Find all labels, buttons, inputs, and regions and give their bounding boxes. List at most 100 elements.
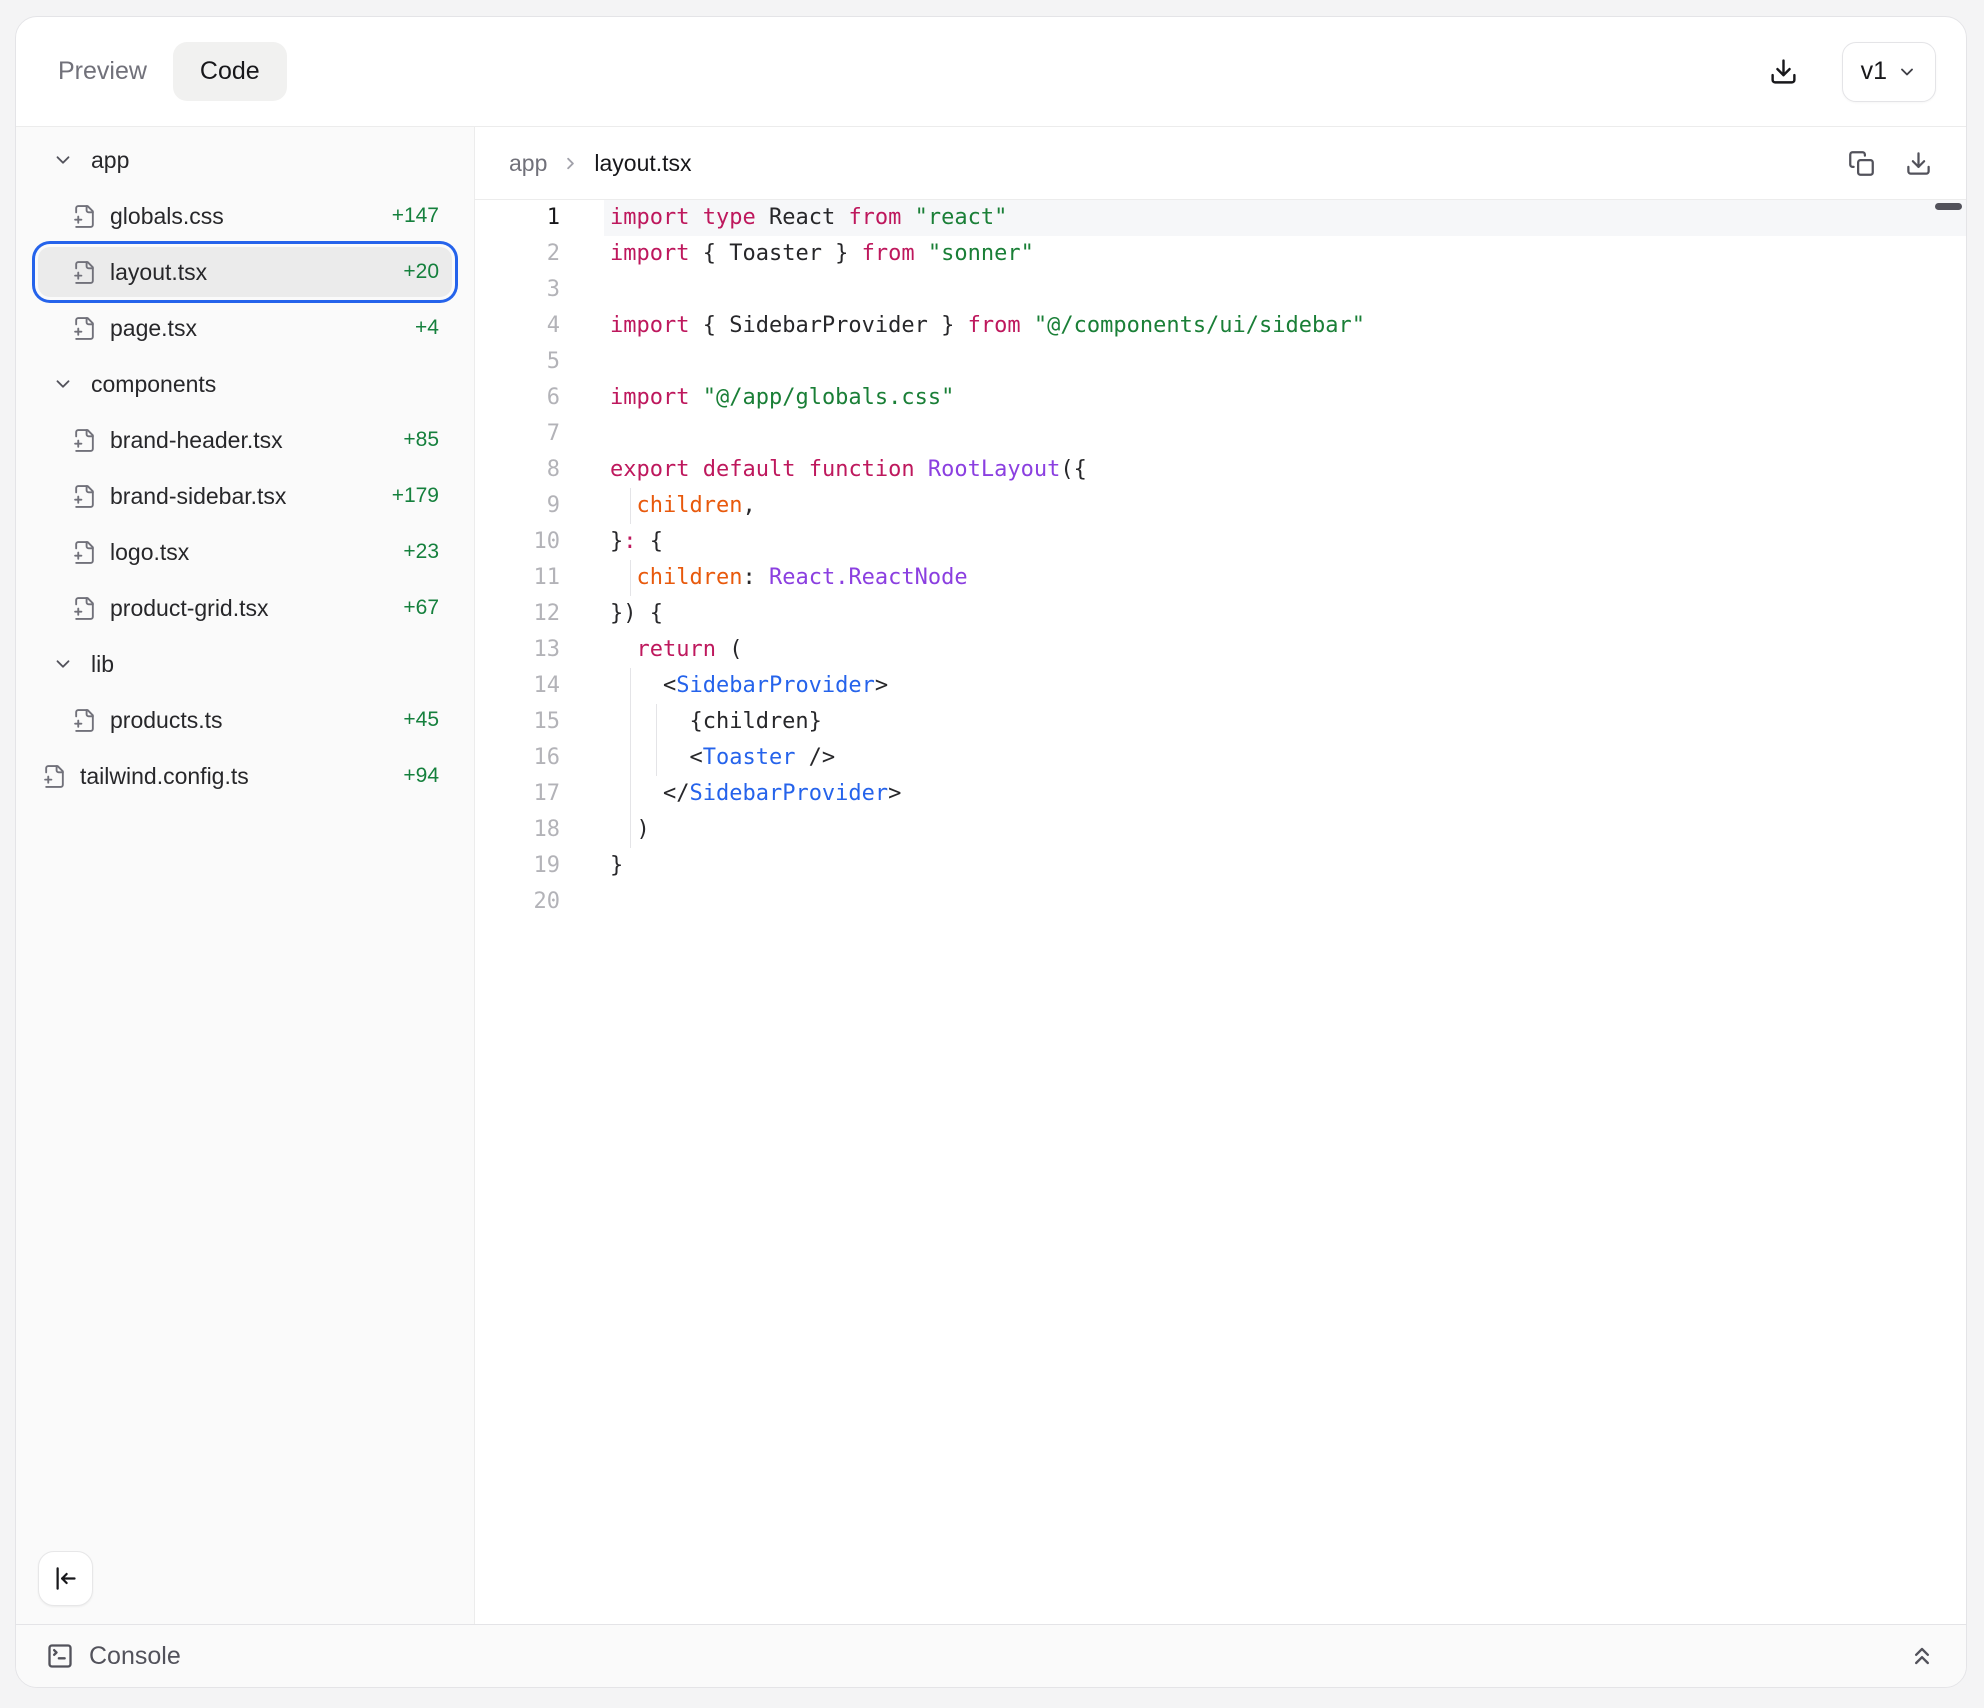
diff-added-badge: +67 <box>403 596 452 620</box>
indent-guide <box>630 776 631 812</box>
version-label: v1 <box>1861 57 1887 86</box>
code-text: import type React from "react" <box>604 200 1966 236</box>
tree-file-products.ts[interactable]: products.ts +45 <box>38 695 452 745</box>
line-number: 15 <box>475 704 560 740</box>
indent-guide <box>630 812 631 848</box>
line-number: 7 <box>475 416 560 452</box>
diff-added-badge: +179 <box>392 484 452 508</box>
tree-file-tailwind.config.ts[interactable]: tailwind.config.ts +94 <box>38 751 452 801</box>
line-number: 20 <box>475 884 560 920</box>
code-line: 2import { Toaster } from "sonner" <box>475 236 1966 272</box>
file-plus-icon <box>42 764 67 789</box>
code-line: 10}: { <box>475 524 1966 560</box>
indent-guide <box>630 704 631 740</box>
code-line: 9 children, <box>475 488 1966 524</box>
code-text <box>604 272 1966 308</box>
code-text: export default function RootLayout({ <box>604 452 1966 488</box>
line-number: 17 <box>475 776 560 812</box>
file-name: products.ts <box>110 707 223 734</box>
code-text <box>604 416 1966 452</box>
file-plus-icon <box>72 316 97 341</box>
line-number: 12 <box>475 596 560 632</box>
tree-file-product-grid.tsx[interactable]: product-grid.tsx +67 <box>38 583 452 633</box>
indent-guide <box>630 560 631 596</box>
collapse-sidebar-button[interactable] <box>38 1551 93 1606</box>
tree-folder-lib[interactable]: lib <box>38 639 452 689</box>
tree-file-page.tsx[interactable]: page.tsx+4 <box>38 303 452 353</box>
tree-file-layout.tsx[interactable]: layout.tsx+20 <box>38 247 452 297</box>
line-number: 14 <box>475 668 560 704</box>
indent-guide <box>630 740 631 776</box>
console-bar[interactable]: Console <box>16 1624 1966 1687</box>
line-number: 2 <box>475 236 560 272</box>
file-name: brand-header.tsx <box>110 427 283 454</box>
code-editor: 1import type React from "react"2import {… <box>475 200 1966 1624</box>
file-plus-icon <box>72 540 97 565</box>
code-line: 19} <box>475 848 1966 884</box>
code-text <box>604 884 1966 920</box>
folder-name: app <box>91 147 129 174</box>
code-text: }) { <box>604 596 1966 632</box>
download-icon <box>1769 57 1798 86</box>
code-line: 11 children: React.ReactNode <box>475 560 1966 596</box>
diff-added-badge: +85 <box>403 428 452 452</box>
breadcrumb-folder: app <box>509 150 547 177</box>
tree-file-brand-header.tsx[interactable]: brand-header.tsx +85 <box>38 415 452 465</box>
tree-folder-app[interactable]: app <box>38 135 452 185</box>
console-label: Console <box>89 1642 181 1671</box>
tree-file-brand-sidebar.tsx[interactable]: brand-sidebar.tsx +179 <box>38 471 452 521</box>
line-number: 16 <box>475 740 560 776</box>
code-line: 5 <box>475 344 1966 380</box>
code-line: 1import type React from "react" <box>475 200 1966 236</box>
file-plus-icon <box>72 708 97 733</box>
copy-code-button[interactable] <box>1848 150 1875 177</box>
folder-name: components <box>91 371 216 398</box>
line-number: 13 <box>475 632 560 668</box>
code-text <box>604 344 1966 380</box>
tree-folder-components[interactable]: components <box>38 359 452 409</box>
file-name: globals.css <box>110 203 224 230</box>
code-text: return ( <box>604 632 1966 668</box>
file-name: brand-sidebar.tsx <box>110 483 286 510</box>
diff-added-badge: +94 <box>403 764 452 788</box>
version-selector[interactable]: v1 <box>1842 42 1936 102</box>
indent-guide <box>630 668 631 704</box>
tree-file-logo.tsx[interactable]: logo.tsx +23 <box>38 527 452 577</box>
code-text: {children} <box>604 704 1966 740</box>
chevron-down-icon <box>52 653 74 675</box>
line-number: 19 <box>475 848 560 884</box>
copy-icon <box>1848 150 1875 177</box>
code-line: 8export default function RootLayout({ <box>475 452 1966 488</box>
top-header: Preview Code v1 <box>16 17 1966 127</box>
file-name: tailwind.config.ts <box>80 763 249 790</box>
indent-guide <box>630 488 631 524</box>
download-code-button[interactable] <box>1905 150 1932 177</box>
file-plus-icon <box>72 596 97 621</box>
code-text: }: { <box>604 524 1966 560</box>
expand-console-button[interactable] <box>1908 1642 1936 1670</box>
file-tree-sidebar: app globals.css+147 layout.tsx+20 page.tsx+… <box>16 127 475 1624</box>
folder-name: lib <box>91 651 114 678</box>
code-line: 6import "@/app/globals.css" <box>475 380 1966 416</box>
download-button[interactable] <box>1769 57 1798 86</box>
code-line: 18 ) <box>475 812 1966 848</box>
code-line: 14 <SidebarProvider> <box>475 668 1966 704</box>
file-plus-icon <box>72 204 97 229</box>
indent-guide <box>656 740 657 776</box>
scrollbar-thumb[interactable] <box>1935 203 1962 210</box>
code-line: 13 return ( <box>475 632 1966 668</box>
chevrons-up-icon <box>1908 1642 1936 1670</box>
code-line: 3 <box>475 272 1966 308</box>
code-line: 20 <box>475 884 1966 920</box>
file-name: product-grid.tsx <box>110 595 269 622</box>
breadcrumb: app layout.tsx <box>475 127 1966 200</box>
diff-added-badge: +45 <box>403 708 452 732</box>
tab-code[interactable]: Code <box>173 42 287 101</box>
code-text: <SidebarProvider> <box>604 668 1966 704</box>
tab-preview[interactable]: Preview <box>46 43 159 100</box>
file-name: layout.tsx <box>110 259 207 286</box>
code-line: 12 }) { <box>475 596 1966 632</box>
tree-file-globals.css[interactable]: globals.css+147 <box>38 191 452 241</box>
diff-added-badge: +23 <box>403 540 452 564</box>
file-name: logo.tsx <box>110 539 189 566</box>
